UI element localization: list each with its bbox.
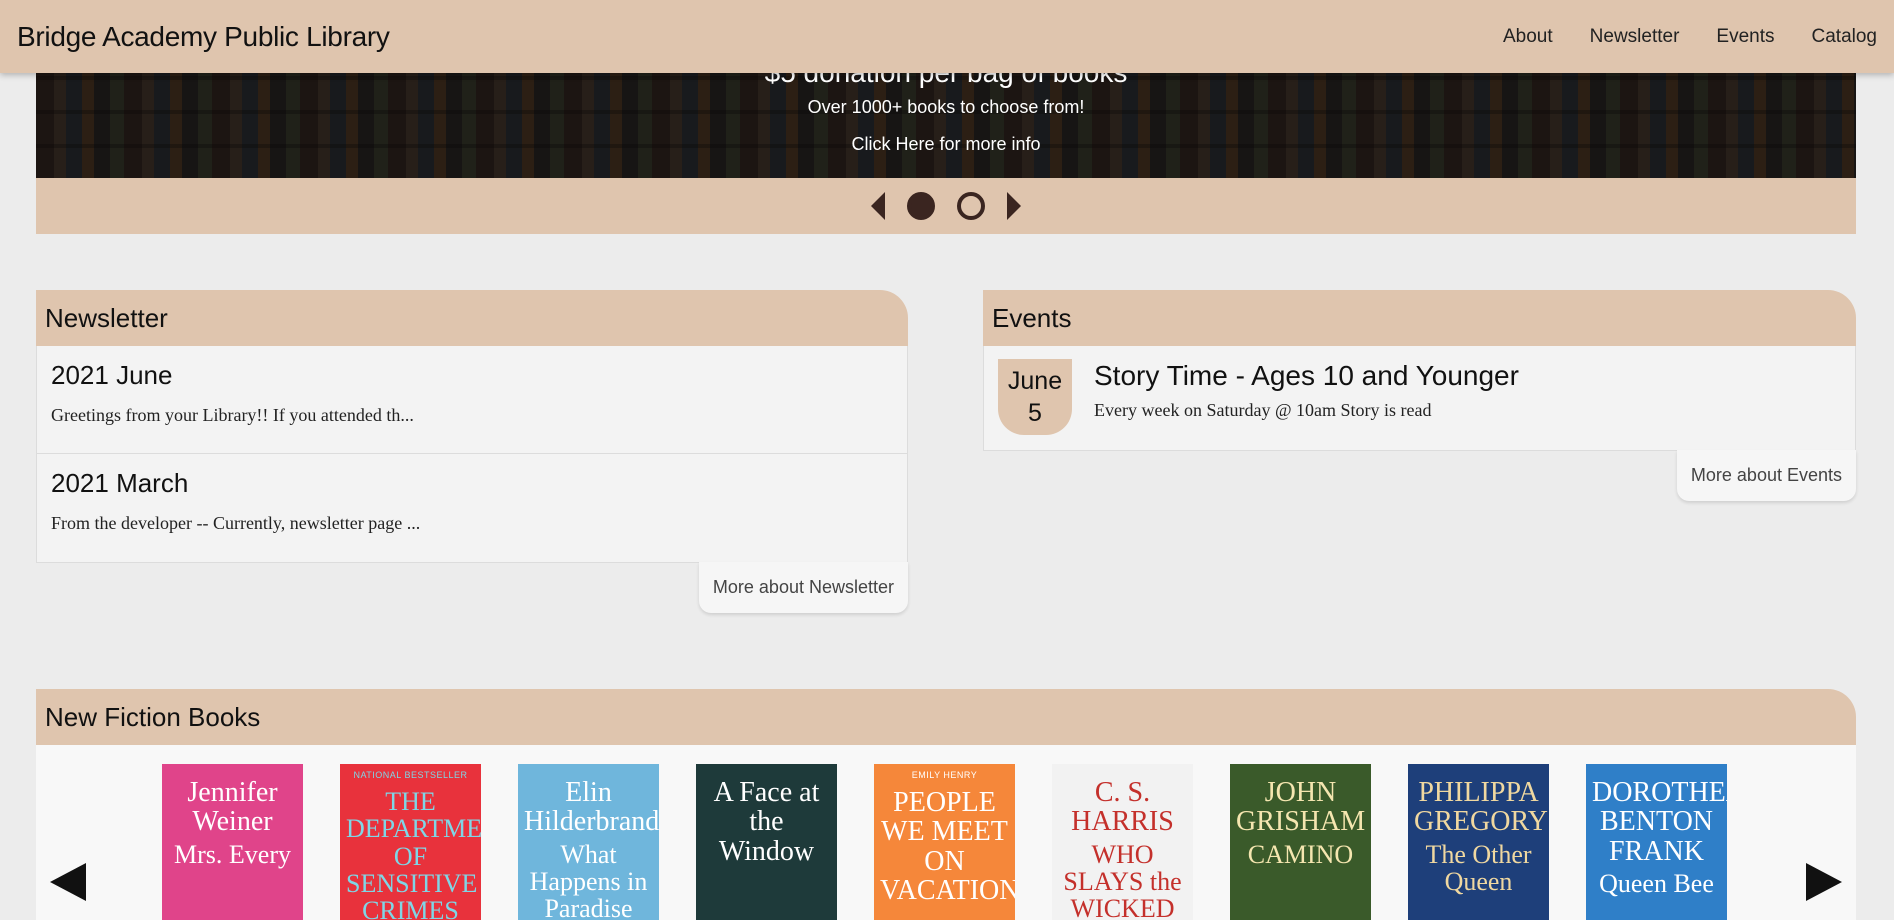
events-list: June 5 Story Time - Ages 10 and Younger … [983, 346, 1856, 451]
event-day: 5 [1028, 399, 1042, 427]
book-cover[interactable]: Jennifer Weiner Mrs. Every [162, 764, 303, 920]
nav-link-events[interactable]: Events [1716, 26, 1774, 48]
book-cover-main-text: JOHN GRISHAM [1236, 777, 1366, 838]
newsletter-panel-title: Newsletter [45, 302, 168, 333]
newsletter-panel-header: Newsletter [36, 290, 908, 346]
site-header: Bridge Academy Public Library About News… [0, 0, 1894, 73]
newsletter-item[interactable]: 2021 March From the developer -- Current… [37, 454, 907, 562]
event-description: Every week on Saturday @ 10am Story is r… [1094, 400, 1432, 420]
book-cover[interactable]: JOHN GRISHAM CAMINO [1230, 764, 1371, 920]
hero-subtext: Over 1000+ books to choose from! [807, 97, 1085, 117]
newsletter-item-title[interactable]: 2021 June [51, 360, 893, 391]
book-cover-sub-text: The Other Queen [1425, 839, 1532, 897]
newsletter-list: 2021 June Greetings from your Library!! … [36, 346, 908, 563]
book-cover[interactable]: A Face at the Window [696, 764, 837, 920]
event-date-badge: June 5 [998, 359, 1072, 435]
book-cover-sub-text: THE DEPARTMENT OF SENSITIVE CRIMES [346, 787, 481, 920]
more-events-button[interactable]: More about Events [1676, 450, 1856, 501]
book-cover[interactable]: PHILIPPA GREGORY The Other Queen [1408, 764, 1549, 920]
main-nav: About Newsletter Events Catalog [1503, 26, 1877, 48]
book-cover-top-text: NATIONAL BESTSELLER [353, 770, 468, 780]
carousel-dot-2[interactable] [957, 192, 985, 220]
nav-link-about[interactable]: About [1503, 26, 1553, 48]
book-cover[interactable]: NATIONAL BESTSELLER THE DEPARTMENT OF SEN… [340, 764, 481, 920]
carousel-prev-icon[interactable] [871, 192, 885, 220]
event-title[interactable]: Story Time - Ages 10 and Younger [1094, 360, 1519, 392]
book-cover-sub-text: Mrs. Every [174, 839, 291, 869]
book-cover-main-text: DOROTHEA BENTON FRANK [1592, 777, 1727, 867]
book-carousel-next-icon[interactable] [1806, 863, 1842, 901]
nav-link-catalog[interactable]: Catalog [1812, 26, 1878, 48]
book-cover[interactable]: Elin Hilderbrand What Happens in Paradise [518, 764, 659, 920]
book-carousel: Jennifer Weiner Mrs. Every NATIONAL BESTSE… [36, 745, 1856, 920]
newsletter-item[interactable]: 2021 June Greetings from your Library!! … [37, 346, 907, 454]
newsletter-item-title[interactable]: 2021 March [51, 468, 893, 499]
book-cover-main-text: Elin Hilderbrand [524, 777, 659, 838]
newsletter-item-excerpt: Greetings from your Library!! If you att… [51, 405, 414, 425]
book-cover[interactable]: EMILY HENRY PEOPLE WE MEET ON VACATION [874, 764, 1015, 920]
carousel-next-icon[interactable] [1007, 192, 1021, 220]
book-cover-main-text: Jennifer Weiner [187, 777, 278, 838]
newsletter-item-excerpt: From the developer -- Currently, newslet… [51, 513, 421, 533]
events-panel-title: Events [992, 302, 1072, 333]
book-cover-main-text: PEOPLE WE MEET ON VACATION [880, 787, 1015, 907]
carousel-dot-1[interactable] [907, 192, 935, 220]
events-panel: Events June 5 Story Time - Ages 10 and Y… [983, 290, 1856, 501]
book-carousel-prev-icon[interactable] [50, 863, 86, 901]
book-cover-sub-text: What Happens in Paradise [529, 839, 648, 920]
more-newsletter-button[interactable]: More about Newsletter [698, 562, 908, 613]
hero-more-info-link[interactable]: Click Here for more info [36, 134, 1856, 155]
new-fiction-panel-header: New Fiction Books [36, 689, 1856, 745]
carousel-controls [36, 178, 1856, 234]
book-cover[interactable]: DOROTHEA BENTON FRANKQueen Bee [1586, 764, 1727, 920]
book-cover-sub-text: CAMINO [1247, 839, 1354, 869]
site-title[interactable]: Bridge Academy Public Library [17, 21, 390, 53]
book-cover-sub-text: WHO SLAYS the WICKED [1063, 839, 1182, 920]
book-cover-main-text: PHILIPPA GREGORY [1414, 777, 1548, 838]
newsletter-panel: Newsletter 2021 June Greetings from your… [36, 290, 908, 613]
book-cover[interactable]: C. S. HARRIS WHO SLAYS the WICKED [1052, 764, 1193, 920]
new-fiction-panel-title: New Fiction Books [45, 701, 261, 732]
new-fiction-panel: New Fiction Books [36, 689, 1856, 745]
book-cover-top-text: EMILY HENRY [911, 770, 978, 780]
event-item[interactable]: June 5 Story Time - Ages 10 and Younger … [984, 346, 1855, 450]
book-cover-sub-text: Queen Bee [1599, 869, 1714, 899]
nav-link-newsletter[interactable]: Newsletter [1590, 26, 1680, 48]
hero-heading: $5 donation per bag of books [36, 73, 1856, 89]
events-panel-header: Events [983, 290, 1856, 346]
book-cover-main-text: C. S. HARRIS [1071, 777, 1174, 838]
event-month: June [1007, 366, 1063, 395]
book-cover-main-text: A Face at the Window [713, 777, 820, 867]
event-info: Story Time - Ages 10 and Younger Every w… [1094, 359, 1519, 421]
hero-carousel-slide[interactable]: $5 donation per bag of books Over 1000+ … [36, 73, 1856, 178]
